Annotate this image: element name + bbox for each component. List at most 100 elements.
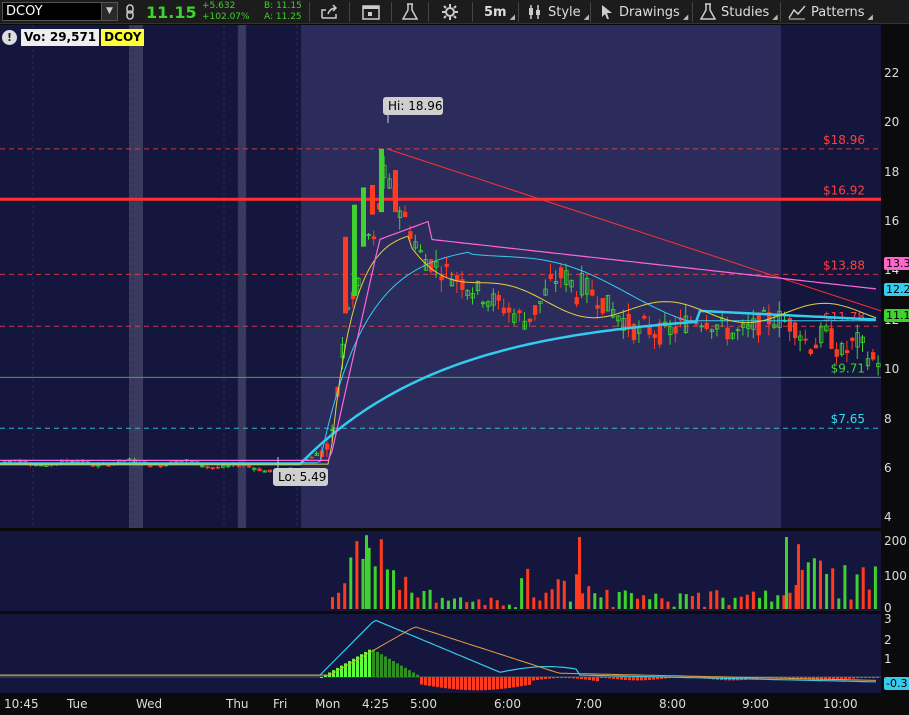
volume-axis-tick: 100 (884, 569, 907, 583)
timeframe-label: 5m (484, 4, 507, 20)
price-chart[interactable]: $18.96 $16.92 $13.88 $11.78 $9.71 $7.65 Hi: 18… (0, 25, 881, 528)
time-axis-label: 5:00 (410, 697, 437, 711)
oscillator-chart[interactable] (0, 614, 881, 693)
pattern-icon (788, 5, 806, 20)
volume-bar (861, 567, 865, 609)
level-label: $16.92 (823, 183, 865, 197)
macd-histogram (320, 649, 879, 691)
flask-icon[interactable] (402, 0, 418, 24)
histogram-bar (876, 677, 879, 678)
hi-label-text: Hi: 18.96 (388, 99, 443, 113)
histogram-bar (616, 677, 619, 680)
candle-body (756, 312, 761, 336)
oscillator-chart-svg[interactable] (0, 614, 881, 693)
price-chart-svg[interactable]: $18.96$16.92$13.88$11.78$9.71$7.65Hi: 18… (0, 25, 881, 528)
histogram-bar (628, 677, 631, 681)
histogram-bar (792, 677, 795, 679)
volume-bar (751, 591, 755, 609)
candle (267, 469, 273, 473)
patterns-menu[interactable]: Patterns ◢ (788, 0, 873, 24)
volume-bar (392, 570, 395, 609)
volume-bar (446, 600, 450, 609)
volume-bar (721, 597, 725, 609)
volume-chart-svg[interactable] (0, 531, 881, 611)
price-axis-tick: 8 (884, 411, 892, 426)
osc-axis-tick: 3 (884, 612, 892, 626)
chevron-down-icon[interactable]: ▼ (101, 3, 117, 20)
candle (252, 467, 257, 472)
volume-bar (337, 592, 341, 609)
oscillator-badge: -0.3 (884, 677, 909, 690)
volume-bar (623, 590, 627, 609)
volume-bar (343, 583, 347, 609)
candle-body (439, 275, 444, 281)
volume-bar (361, 558, 365, 609)
candle-body (871, 352, 876, 360)
histogram-bar (572, 677, 575, 679)
gear-icon[interactable] (441, 0, 459, 24)
drawings-label: Drawings (619, 4, 680, 20)
calendar-icon[interactable] (362, 0, 380, 24)
volume-bar (690, 595, 694, 609)
volume-bar (611, 607, 615, 609)
upper-band-badge: 13.3 (884, 257, 909, 270)
volume-bar (684, 594, 688, 609)
histogram-bar (336, 667, 339, 677)
histogram-bar (376, 651, 379, 677)
volume-axis-tick: 200 (884, 534, 907, 548)
histogram-bar (460, 677, 463, 690)
candle-body (845, 350, 850, 354)
histogram-bar (516, 677, 519, 687)
volume-bar (758, 597, 761, 609)
last-price-badge: 11.1 (884, 309, 909, 322)
candle-body (215, 466, 221, 469)
price-axis-tick: 10 (884, 362, 900, 377)
candle (600, 298, 605, 316)
histogram-bar (488, 677, 491, 690)
histogram-bar (412, 672, 415, 677)
alert-icon[interactable]: ! (2, 30, 17, 45)
volume-bar (398, 589, 402, 609)
symbol-selector[interactable]: DCOY ▼ (2, 2, 118, 21)
volume-bar (819, 560, 822, 609)
histogram-bar (524, 677, 527, 686)
osc-axis-tick: 1 (884, 652, 892, 666)
style-menu[interactable]: Style ◢ (527, 0, 589, 24)
time-axis[interactable]: 10:45 Tue Wed Thu Fri Mon 4:25 5:00 6:00 7:00 8:00… (0, 694, 909, 715)
candle (215, 464, 221, 470)
histogram-bar (444, 677, 447, 689)
histogram-bar (848, 677, 851, 679)
volume-bar (617, 591, 621, 609)
price-axis[interactable]: 22201816141210864 (881, 25, 909, 528)
timeframe-selector[interactable]: 5m ◢ (484, 0, 515, 24)
share-icon[interactable] (320, 0, 340, 24)
histogram-bar (456, 677, 459, 690)
volume-bar (593, 593, 597, 609)
volume-bar (575, 574, 578, 609)
volume-bar (501, 605, 505, 609)
volume-readout: Vo: 29,571 (21, 29, 100, 46)
histogram-bar (824, 677, 827, 681)
volume-bar (733, 597, 737, 609)
volume-axis[interactable]: 200 100 0 (881, 531, 909, 615)
volume-bar (782, 595, 786, 609)
candle (200, 465, 205, 468)
volume-chart[interactable] (0, 531, 881, 611)
histogram-bar (544, 677, 547, 679)
price-axis-tick: 18 (884, 164, 900, 179)
drawings-menu[interactable]: Drawings ◢ (600, 0, 688, 24)
studies-menu[interactable]: Studies ◢ (700, 0, 778, 24)
histogram-bar (576, 677, 579, 679)
histogram-bar (640, 677, 643, 681)
volume-bar (526, 568, 530, 609)
candle-body (371, 236, 377, 240)
histogram-bar (380, 654, 383, 677)
candle-body (808, 349, 813, 355)
candle-body (642, 315, 647, 319)
candle-body (91, 464, 96, 467)
candle-body (533, 305, 538, 315)
candle (839, 341, 845, 357)
link-icon[interactable] (124, 0, 136, 24)
symbol-input[interactable]: DCOY (6, 4, 43, 19)
histogram-bar (864, 677, 867, 678)
